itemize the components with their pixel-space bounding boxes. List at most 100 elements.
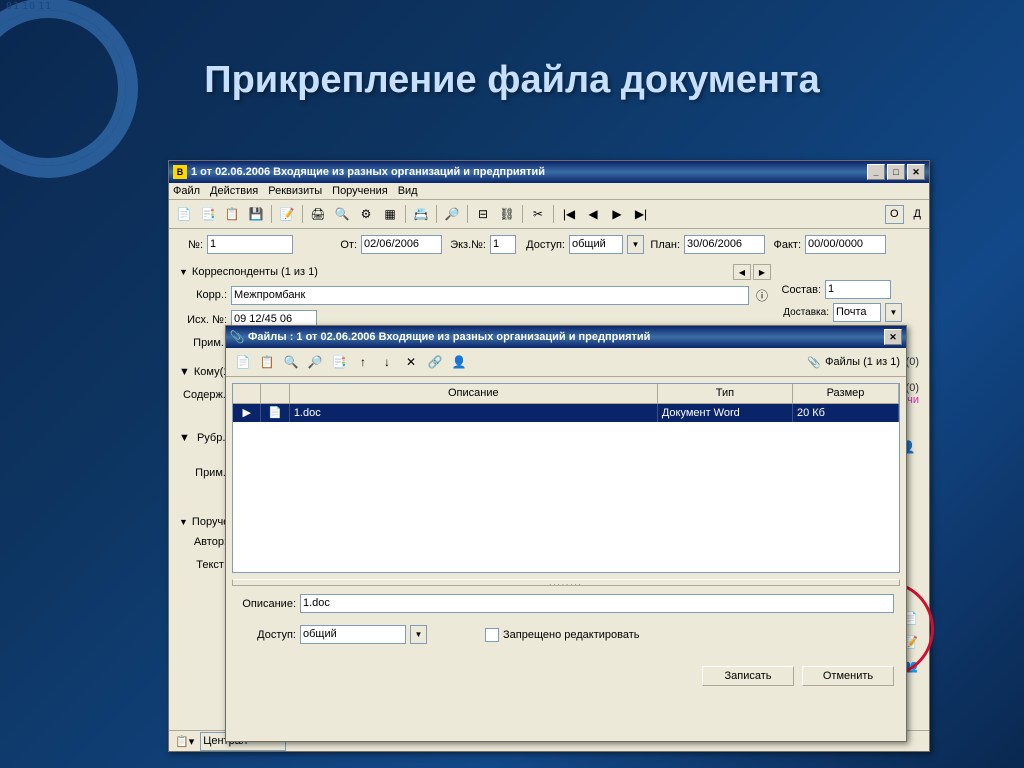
tool-new3-icon[interactable]: 📋 [221, 203, 243, 225]
collapse-icon[interactable]: ▼ [179, 517, 188, 527]
dialog-close-button[interactable]: ✕ [884, 329, 902, 345]
row-handle[interactable]: ▶ [233, 404, 261, 422]
menu-file[interactable]: Файл [173, 185, 200, 197]
tool-first-icon[interactable]: |◀ [558, 203, 580, 225]
maximize-button[interactable]: □ [887, 164, 905, 180]
dostavka-field[interactable]: Почта [833, 303, 881, 322]
readonly-label: Запрещено редактировать [503, 629, 640, 641]
separator [271, 205, 272, 223]
menu-orders[interactable]: Поручения [332, 185, 388, 197]
plan-label: План: [648, 239, 680, 251]
th-desc[interactable]: Описание [290, 384, 658, 403]
row-file-icon: 📄 [261, 404, 289, 422]
dostavka-dropdown[interactable]: ▼ [885, 303, 902, 322]
tool-link-icon[interactable]: ⛓ [496, 203, 518, 225]
readonly-checkbox[interactable] [485, 628, 499, 642]
dlg-preview-icon[interactable]: 🔎 [304, 351, 326, 373]
tool-barcode-icon[interactable]: ▦ [379, 203, 401, 225]
tool-edit-icon[interactable]: 📝 [276, 203, 298, 225]
window-title: 1 от 02.06.2006 Входящие из разных орган… [191, 166, 545, 178]
status-icon: 📋▾ [175, 735, 194, 748]
th-size[interactable]: Размер [793, 384, 899, 403]
dlg-add-icon[interactable]: 📄 [232, 351, 254, 373]
file-table: Описание Тип Размер ▶ 📄 1.doc Документ W… [232, 383, 900, 573]
collapse-icon[interactable]: ▼ [179, 432, 190, 444]
files-dialog: 📎 Файлы : 1 от 02.06.2006 Входящие из ра… [225, 325, 907, 742]
ekz-field[interactable]: 1 [490, 235, 516, 254]
background-decoration: 0100101011001010110010101100101011001010… [0, 0, 180, 768]
plan-field[interactable]: 30/06/2006 [684, 235, 765, 254]
dostup-field[interactable]: общий [569, 235, 623, 254]
dlg-delete-icon[interactable]: ✕ [400, 351, 422, 373]
dlg-dostup-dropdown[interactable]: ▼ [410, 625, 427, 644]
desc-input[interactable]: 1.doc [300, 594, 894, 613]
menu-view[interactable]: Вид [398, 185, 418, 197]
tool-tree-icon[interactable]: ⊟ [472, 203, 494, 225]
table-header: Описание Тип Размер [233, 384, 899, 404]
dlg-tool5-icon[interactable]: 📑 [328, 351, 350, 373]
tekst-label: Текст: [179, 559, 227, 571]
collapse-icon[interactable]: ▼ [179, 267, 188, 277]
app-icon: В [173, 165, 187, 179]
korr-info-icon[interactable]: ⓘ [753, 284, 771, 306]
badge-o[interactable]: О [885, 205, 904, 224]
no-label: №: [179, 239, 203, 251]
nav-next-icon[interactable]: ▶ [753, 264, 771, 280]
korr-section: ▼ Корреспонденты (1 из 1) ◀ ▶ [179, 264, 771, 280]
fakt-label: Факт: [769, 239, 801, 251]
ot-field[interactable]: 02/06/2006 [361, 235, 442, 254]
fakt-field[interactable]: 00/00/0000 [805, 235, 886, 254]
main-titlebar: В 1 от 02.06.2006 Входящие из разных орг… [169, 161, 929, 183]
tool-preview-icon[interactable]: 🔍 [331, 203, 353, 225]
badge-d[interactable]: Д [910, 206, 925, 223]
sostav-label: Состав: [779, 284, 821, 296]
nav-prev-icon[interactable]: ◀ [733, 264, 751, 280]
sostav-field[interactable]: 1 [825, 280, 891, 299]
attach-icon: 📎 [230, 330, 244, 344]
separator [302, 205, 303, 223]
tool-prev-icon[interactable]: ◀ [582, 203, 604, 225]
resize-handle[interactable] [232, 579, 900, 586]
korr-label: Корр.: [179, 289, 227, 301]
close-button[interactable]: ✕ [907, 164, 925, 180]
no-field[interactable]: 1 [207, 235, 293, 254]
menu-actions[interactable]: Действия [210, 185, 258, 197]
korr-field[interactable]: Межпромбанк [231, 286, 749, 305]
dlg-user-icon[interactable]: 👤 [448, 351, 470, 373]
tool-new-icon[interactable]: 📄 [173, 203, 195, 225]
dlg-down-icon[interactable]: ↓ [376, 351, 398, 373]
tool-save-icon[interactable]: 💾 [245, 203, 267, 225]
dostup-dropdown[interactable]: ▼ [627, 235, 644, 254]
dlg-view-icon[interactable]: 🔍 [280, 351, 302, 373]
row-size: 20 Кб [793, 404, 899, 422]
paperclip-icon: 📎 [807, 356, 821, 369]
save-button[interactable]: Записать [702, 666, 794, 686]
tool-new2-icon[interactable]: 📑 [197, 203, 219, 225]
dlg-dostup-field[interactable]: общий [300, 625, 406, 644]
row-type: Документ Word [658, 404, 793, 422]
dlg-up-icon[interactable]: ↑ [352, 351, 374, 373]
dlg-paste-icon[interactable]: 📋 [256, 351, 278, 373]
separator [405, 205, 406, 223]
table-row[interactable]: ▶ 📄 1.doc Документ Word 20 Кб [233, 404, 899, 422]
menubar: Файл Действия Реквизиты Поручения Вид [169, 183, 929, 200]
dialog-buttons: Записать Отменить [226, 656, 906, 696]
tool-card-icon[interactable]: 📇 [410, 203, 432, 225]
tool-print-icon[interactable]: 🖨 [307, 203, 329, 225]
dlg-link-icon[interactable]: 🔗 [424, 351, 446, 373]
tool-stamp-icon[interactable]: ⚙ [355, 203, 377, 225]
ish-label: Исх. №: [179, 314, 227, 326]
minimize-button[interactable]: _ [867, 164, 885, 180]
dostavka-label: Доставка: [779, 307, 829, 318]
tool-last-icon[interactable]: ▶| [630, 203, 652, 225]
th-icon [261, 384, 289, 403]
th-type[interactable]: Тип [658, 384, 793, 403]
tool-find-icon[interactable]: 🔎 [441, 203, 463, 225]
separator [553, 205, 554, 223]
tool-cut-icon[interactable]: ✂ [527, 203, 549, 225]
separator [467, 205, 468, 223]
menu-requisites[interactable]: Реквизиты [268, 185, 322, 197]
cancel-button[interactable]: Отменить [802, 666, 894, 686]
tool-next-icon[interactable]: ▶ [606, 203, 628, 225]
collapse-icon[interactable]: ▼ [179, 366, 190, 378]
